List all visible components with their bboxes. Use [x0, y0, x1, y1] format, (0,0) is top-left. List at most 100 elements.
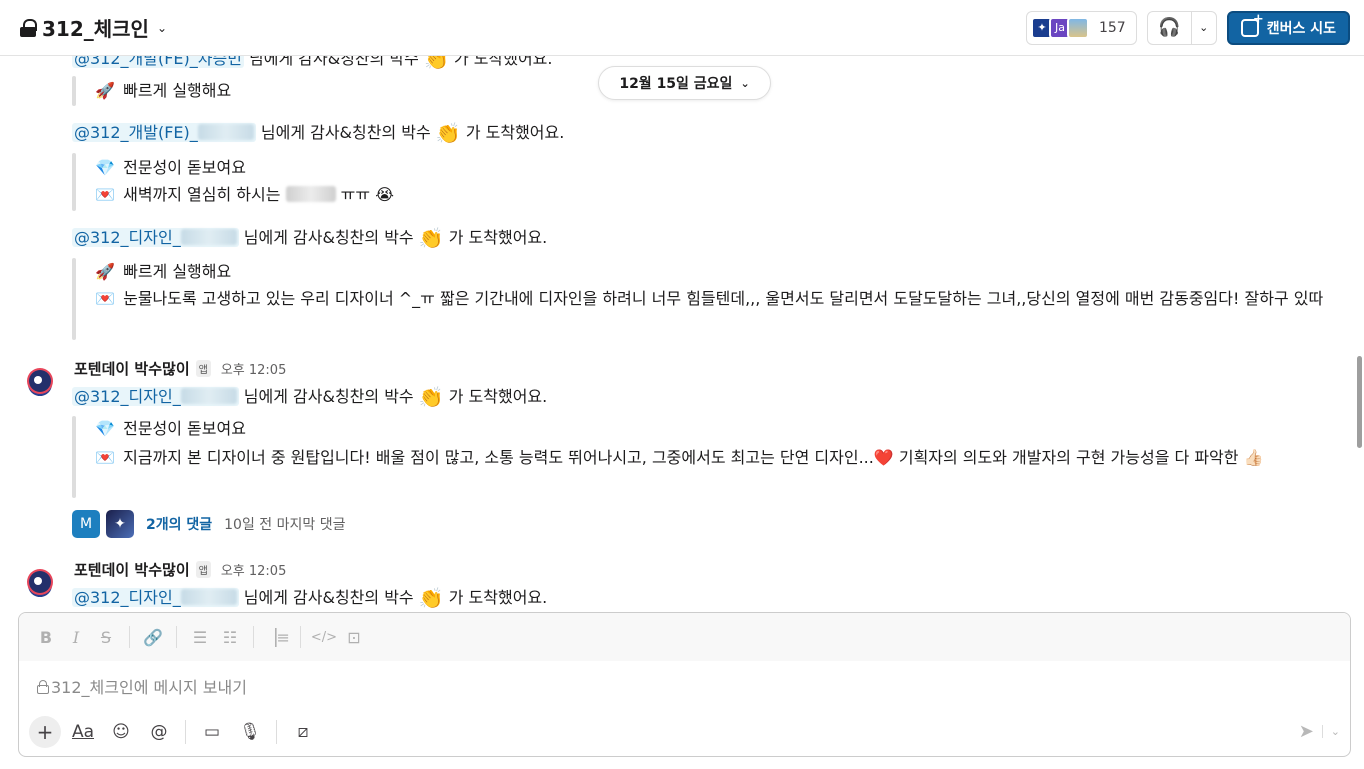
app-badge: 앱	[195, 360, 211, 377]
quote-text: 지금까지 본 디자이너 중 원탑입니다! 배울 점이 많고, 소통 능력도 뛰어…	[123, 448, 874, 467]
blockquote-icon[interactable]: ▕≡	[262, 622, 292, 652]
message-line: @312_개발(FE)_ 님에게 감사&칭찬의 박수 👏 가 도착했어요.	[72, 121, 564, 145]
member-list-button[interactable]: ✦ Ja 157	[1025, 10, 1137, 45]
link-icon[interactable]: 🔗	[138, 622, 168, 652]
crying-emoji: 😭	[375, 185, 394, 204]
message-text: 님에게 감사&칭찬의 박수	[243, 228, 414, 247]
code-block-icon[interactable]: ⊡	[339, 622, 369, 652]
app: 312_체크인 ⌄ ✦ Ja 157 🎧 ⌄ 캔버스 시도 12월 15일 금요…	[0, 0, 1364, 769]
message-header: 포텐데이 박수많이 앱 오후 12:05	[74, 358, 286, 379]
message-text: 가 도착했어요.	[448, 387, 548, 406]
message-list: 12월 15일 금요일 ⌄ @312_개발(FE)_차승민 님에게 감사&칭찬의…	[0, 56, 1364, 612]
clap-emoji: 👏	[423, 56, 449, 71]
mention-icon[interactable]: @	[143, 716, 175, 748]
divider	[276, 720, 277, 744]
send-icon[interactable]: ➤	[1299, 721, 1314, 742]
redacted-name	[180, 229, 237, 245]
sender-name[interactable]: 포텐데이 박수많이	[74, 358, 190, 379]
bot-avatar[interactable]	[20, 563, 60, 603]
user-mention[interactable]: @312_디자인_	[72, 228, 239, 247]
rocket-emoji: 🚀	[95, 81, 115, 100]
strikethrough-icon[interactable]: S	[91, 622, 121, 652]
huddle-options-button[interactable]: ⌄	[1192, 12, 1216, 44]
canvas-button[interactable]: 캔버스 시도	[1226, 10, 1350, 45]
message-text: 님에게 감사&칭찬의 박수	[243, 387, 414, 406]
clap-emoji: 👏	[418, 586, 444, 610]
lock-icon	[37, 680, 49, 694]
divider	[176, 626, 177, 648]
message-timestamp[interactable]: 오후 12:05	[221, 359, 287, 378]
message-text: 님에게 감사&칭찬의 박수	[243, 588, 414, 607]
thread-replies[interactable]: M ✦ 2개의 댓글 10일 전 마지막 댓글	[72, 510, 345, 538]
user-mention[interactable]: @312_디자인_	[72, 387, 239, 406]
reply-count-link[interactable]: 2개의 댓글	[146, 514, 212, 534]
bot-avatar[interactable]	[20, 362, 60, 402]
divider	[129, 626, 130, 648]
message-input-placeholder: 312_체크인에 메시지 보내기	[51, 678, 247, 697]
message-input[interactable]: 312_체크인에 메시지 보내기	[19, 661, 1350, 711]
microphone-icon[interactable]: 🎙	[234, 716, 266, 748]
love-letter-emoji: 💌	[95, 185, 115, 204]
canvas-icon	[1240, 12, 1264, 37]
send-controls: ➤ ⌄	[1299, 721, 1340, 742]
emoji-icon[interactable]: ☺	[105, 716, 137, 748]
message-composer: B I S 🔗 ☰ ☷ ▕≡ </> ⊡ 312_체크인에 메시지 보내기 + …	[18, 612, 1351, 757]
user-mention[interactable]: @312_개발(FE)_차승민	[72, 56, 244, 68]
quote-text: 새벽까지 열심히 하시는	[123, 185, 281, 204]
divider	[253, 626, 254, 648]
divider	[300, 626, 301, 648]
quote-line: 🚀 빠르게 실행해요	[92, 77, 231, 105]
huddle-button[interactable]: 🎧	[1148, 11, 1192, 44]
shortcuts-icon[interactable]: ⧄	[287, 716, 319, 748]
canvas-button-label: 캔버스 시도	[1266, 20, 1336, 37]
quote-line: 💎 전문성이 돋보여요	[92, 415, 246, 443]
bold-icon[interactable]: B	[31, 622, 61, 652]
chevron-down-icon[interactable]: ⌄	[1321, 725, 1340, 738]
code-icon[interactable]: </>	[309, 622, 339, 652]
quote-line: 💎 전문성이 돋보여요	[92, 154, 246, 182]
quote-bar	[72, 258, 76, 340]
gem-emoji: 💎	[95, 158, 115, 177]
scrollbar[interactable]	[1357, 356, 1362, 448]
date-divider-button[interactable]: 12월 15일 금요일 ⌄	[598, 66, 771, 100]
date-label: 12월 15일 금요일	[619, 76, 733, 92]
user-mention[interactable]: @312_개발(FE)_	[72, 123, 256, 142]
message-line: @312_개발(FE)_차승민 님에게 감사&칭찬의 박수 👏 가 도착했어요.	[72, 56, 552, 71]
message-text: 님에게 감사&칭찬의 박수	[249, 56, 419, 68]
composer-toolbar: + Aa ☺ @ ▭ 🎙 ⧄	[29, 716, 319, 748]
italic-icon[interactable]: I	[61, 622, 91, 652]
quote-line: 💌 새벽까지 열심히 하시는 ㅠㅠ 😭	[92, 181, 394, 209]
clap-emoji: 👏	[435, 121, 461, 145]
quote-line: 💌 눈물나도록 고생하고 있는 우리 디자이너 ^_ㅠ 짧은 기간내에 디자인을…	[92, 285, 1354, 313]
quote-text: 눈물나도록 고생하고 있는 우리 디자이너 ^_ㅠ 짧은 기간내에 디자인을 하…	[123, 289, 1324, 308]
chevron-down-icon: ⌄	[1199, 21, 1209, 34]
quote-bar	[72, 416, 76, 498]
redacted-name	[180, 388, 237, 404]
user-mention[interactable]: @312_디자인_	[72, 588, 239, 607]
headphones-icon: 🎧	[1158, 17, 1181, 38]
love-letter-emoji: 💌	[95, 448, 115, 467]
quote-bar	[72, 76, 76, 106]
message-timestamp[interactable]: 오후 12:05	[221, 560, 287, 579]
clap-emoji: 👏	[418, 226, 444, 250]
quote-bar	[72, 153, 76, 211]
sender-name[interactable]: 포텐데이 박수많이	[74, 559, 190, 580]
message-line: @312_디자인_ 님에게 감사&칭찬의 박수 👏 가 도착했어요.	[72, 385, 547, 409]
quote-text: 기획자의 의도와 개발자의 구현 가능성을 다 파악한	[898, 448, 1239, 467]
text-format-icon[interactable]: Aa	[67, 716, 99, 748]
formatting-toolbar: B I S 🔗 ☰ ☷ ▕≡ </> ⊡	[19, 613, 1350, 661]
member-count: 157	[1098, 19, 1126, 36]
video-icon[interactable]: ▭	[196, 716, 228, 748]
member-avatar	[1066, 16, 1089, 39]
message-text: 가 도착했어요.	[453, 56, 553, 68]
channel-title-button[interactable]: 312_체크인 ⌄	[20, 13, 167, 42]
redacted-name	[180, 589, 237, 605]
quote-text: 빠르게 실행해요	[123, 262, 232, 281]
huddle-control: 🎧 ⌄	[1146, 10, 1217, 45]
plus-icon[interactable]: +	[29, 716, 61, 748]
heart-emoji: ❤️	[873, 448, 894, 467]
quote-line: 💌 지금까지 본 디자이너 중 원탑입니다! 배울 점이 많고, 소통 능력도 …	[92, 444, 1354, 472]
gem-emoji: 💎	[95, 419, 115, 438]
bulleted-list-icon[interactable]: ☷	[215, 622, 245, 652]
ordered-list-icon[interactable]: ☰	[185, 622, 215, 652]
